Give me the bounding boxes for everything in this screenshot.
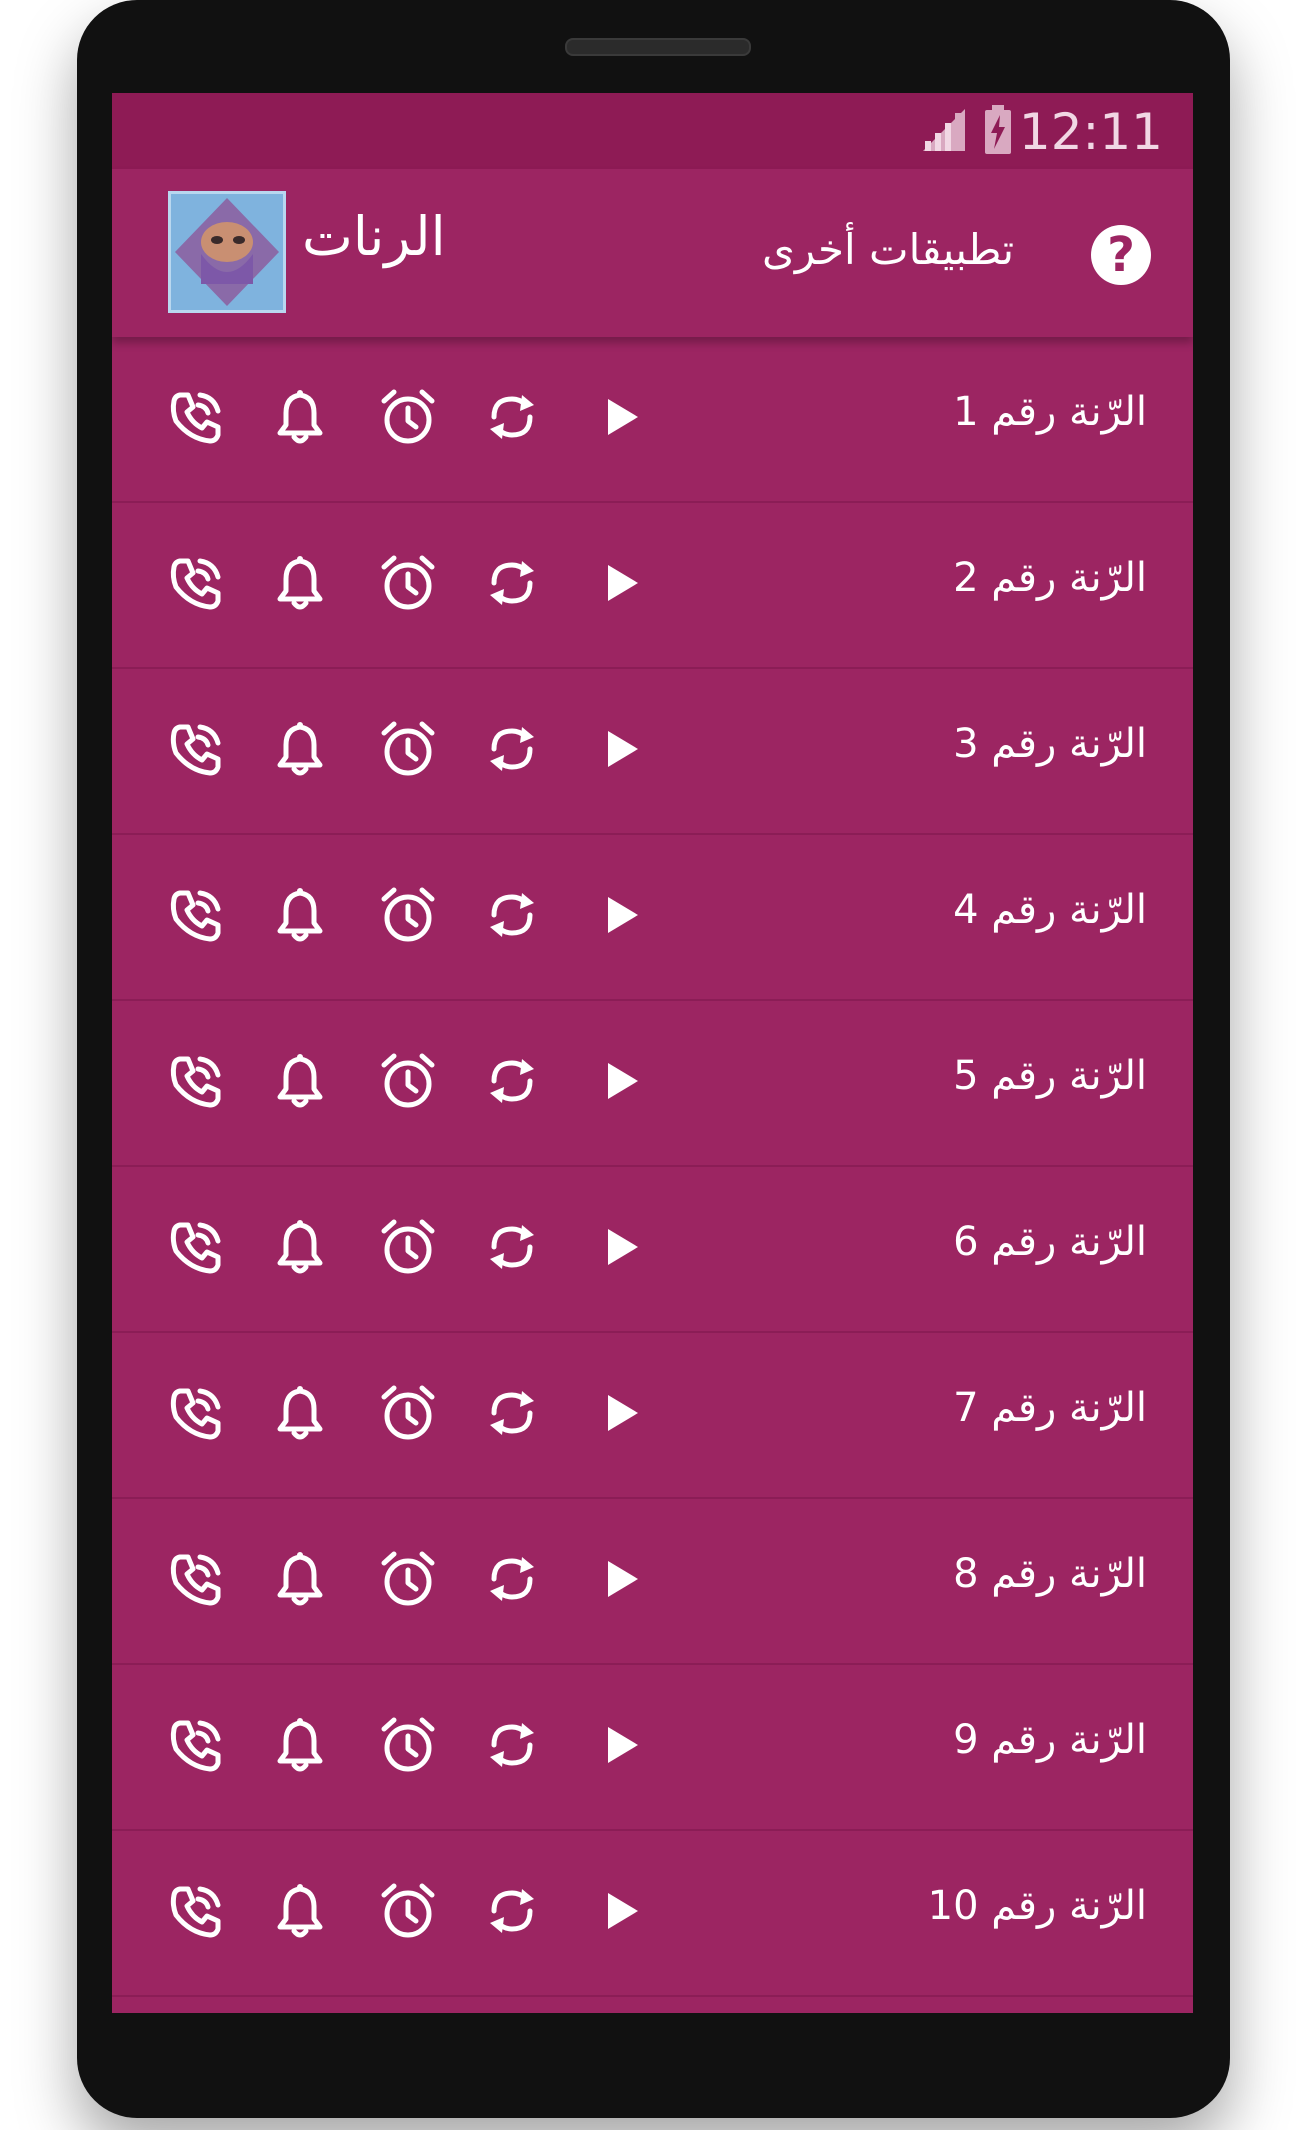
sync-icon[interactable]	[482, 1715, 542, 1775]
play-icon[interactable]	[590, 1881, 650, 1941]
alarm-clock-icon[interactable]	[378, 387, 438, 447]
notification-bell-icon[interactable]	[270, 1715, 330, 1775]
status-bar: 12:11	[112, 93, 1193, 169]
ringtone-call-icon[interactable]	[166, 387, 226, 447]
ringtone-row-1: الرّنة رقم 1	[112, 337, 1193, 503]
ringtone-label: الرّنة رقم 6	[953, 1219, 1147, 1265]
sync-icon[interactable]	[482, 1217, 542, 1277]
ringtone-call-icon[interactable]	[166, 719, 226, 779]
sync-icon[interactable]	[482, 719, 542, 779]
ringtone-call-icon[interactable]	[166, 1549, 226, 1609]
play-icon[interactable]	[590, 1549, 650, 1609]
alarm-clock-icon[interactable]	[378, 1549, 438, 1609]
ringtone-label: الرّنة رقم 7	[953, 1385, 1147, 1431]
play-icon[interactable]	[590, 885, 650, 945]
notification-bell-icon[interactable]	[270, 1051, 330, 1111]
ringtone-label: الرّنة رقم 1	[953, 389, 1147, 435]
alarm-clock-icon[interactable]	[378, 1881, 438, 1941]
sync-icon[interactable]	[482, 1881, 542, 1941]
ringtone-call-icon[interactable]	[166, 1715, 226, 1775]
alarm-clock-icon[interactable]	[378, 885, 438, 945]
ringtone-label: الرّنة رقم 9	[953, 1717, 1147, 1763]
ringtone-row-6: الرّنة رقم 6	[112, 1167, 1193, 1333]
notification-bell-icon[interactable]	[270, 1217, 330, 1277]
ringtone-label: الرّنة رقم 10	[927, 1883, 1147, 1929]
ringtone-label: الرّنة رقم 4	[953, 887, 1147, 933]
ringtone-label: الرّنة رقم 2	[953, 555, 1147, 601]
alarm-clock-icon[interactable]	[378, 719, 438, 779]
notification-bell-icon[interactable]	[270, 1549, 330, 1609]
play-icon[interactable]	[590, 553, 650, 613]
sync-icon[interactable]	[482, 885, 542, 945]
notification-bell-icon[interactable]	[270, 1881, 330, 1941]
play-icon[interactable]	[590, 1217, 650, 1277]
ringtone-row-3: الرّنة رقم 3	[112, 669, 1193, 835]
ringtone-list: الرّنة رقم 1 الرّنة رقم 2 الرّنة رقم 3 ا…	[112, 337, 1193, 1997]
play-icon[interactable]	[590, 1715, 650, 1775]
notification-bell-icon[interactable]	[270, 553, 330, 613]
ringtone-row-7: الرّنة رقم 7	[112, 1333, 1193, 1499]
phone-frame: 12:11 الرنات تطبيقات أخرى ? الرّنة رقم 1…	[77, 0, 1230, 2118]
ringtone-label: الرّنة رقم 3	[953, 721, 1147, 767]
notification-bell-icon[interactable]	[270, 885, 330, 945]
play-icon[interactable]	[590, 719, 650, 779]
alarm-clock-icon[interactable]	[378, 1217, 438, 1277]
alarm-clock-icon[interactable]	[378, 1051, 438, 1111]
alarm-clock-icon[interactable]	[378, 553, 438, 613]
notification-bell-icon[interactable]	[270, 719, 330, 779]
other-apps-link[interactable]: تطبيقات أخرى	[762, 225, 1014, 274]
alarm-clock-icon[interactable]	[378, 1715, 438, 1775]
ringtone-row-5: الرّنة رقم 5	[112, 1001, 1193, 1167]
ringtone-call-icon[interactable]	[166, 1383, 226, 1443]
signal-icon	[921, 107, 967, 157]
notification-bell-icon[interactable]	[270, 1383, 330, 1443]
ringtone-call-icon[interactable]	[166, 1217, 226, 1277]
app-bar: الرنات تطبيقات أخرى ?	[112, 169, 1193, 337]
ringtone-row-4: الرّنة رقم 4	[112, 835, 1193, 1001]
ringtone-row-2: الرّنة رقم 2	[112, 503, 1193, 669]
ringtone-row-8: الرّنة رقم 8	[112, 1499, 1193, 1665]
ringtone-call-icon[interactable]	[166, 1881, 226, 1941]
play-icon[interactable]	[590, 387, 650, 447]
sync-icon[interactable]	[482, 1051, 542, 1111]
screen: 12:11 الرنات تطبيقات أخرى ? الرّنة رقم 1…	[112, 93, 1193, 2013]
help-button[interactable]: ?	[1091, 225, 1151, 285]
ringtone-row-10: الرّنة رقم 10	[112, 1831, 1193, 1997]
app-logo	[168, 191, 286, 313]
ringtone-call-icon[interactable]	[166, 1051, 226, 1111]
sync-icon[interactable]	[482, 1549, 542, 1609]
ringtone-call-icon[interactable]	[166, 885, 226, 945]
ringtone-call-icon[interactable]	[166, 553, 226, 613]
ringtone-label: الرّنة رقم 8	[953, 1551, 1147, 1597]
ringtone-label: الرّنة رقم 5	[953, 1053, 1147, 1099]
sync-icon[interactable]	[482, 1383, 542, 1443]
app-title: الرنات	[302, 205, 446, 268]
sync-icon[interactable]	[482, 553, 542, 613]
play-icon[interactable]	[590, 1383, 650, 1443]
sync-icon[interactable]	[482, 387, 542, 447]
notification-bell-icon[interactable]	[270, 387, 330, 447]
battery-charging-icon	[983, 105, 1013, 159]
phone-speaker	[565, 38, 751, 56]
status-time: 12:11	[1018, 103, 1163, 161]
play-icon[interactable]	[590, 1051, 650, 1111]
ringtone-row-9: الرّنة رقم 9	[112, 1665, 1193, 1831]
alarm-clock-icon[interactable]	[378, 1383, 438, 1443]
